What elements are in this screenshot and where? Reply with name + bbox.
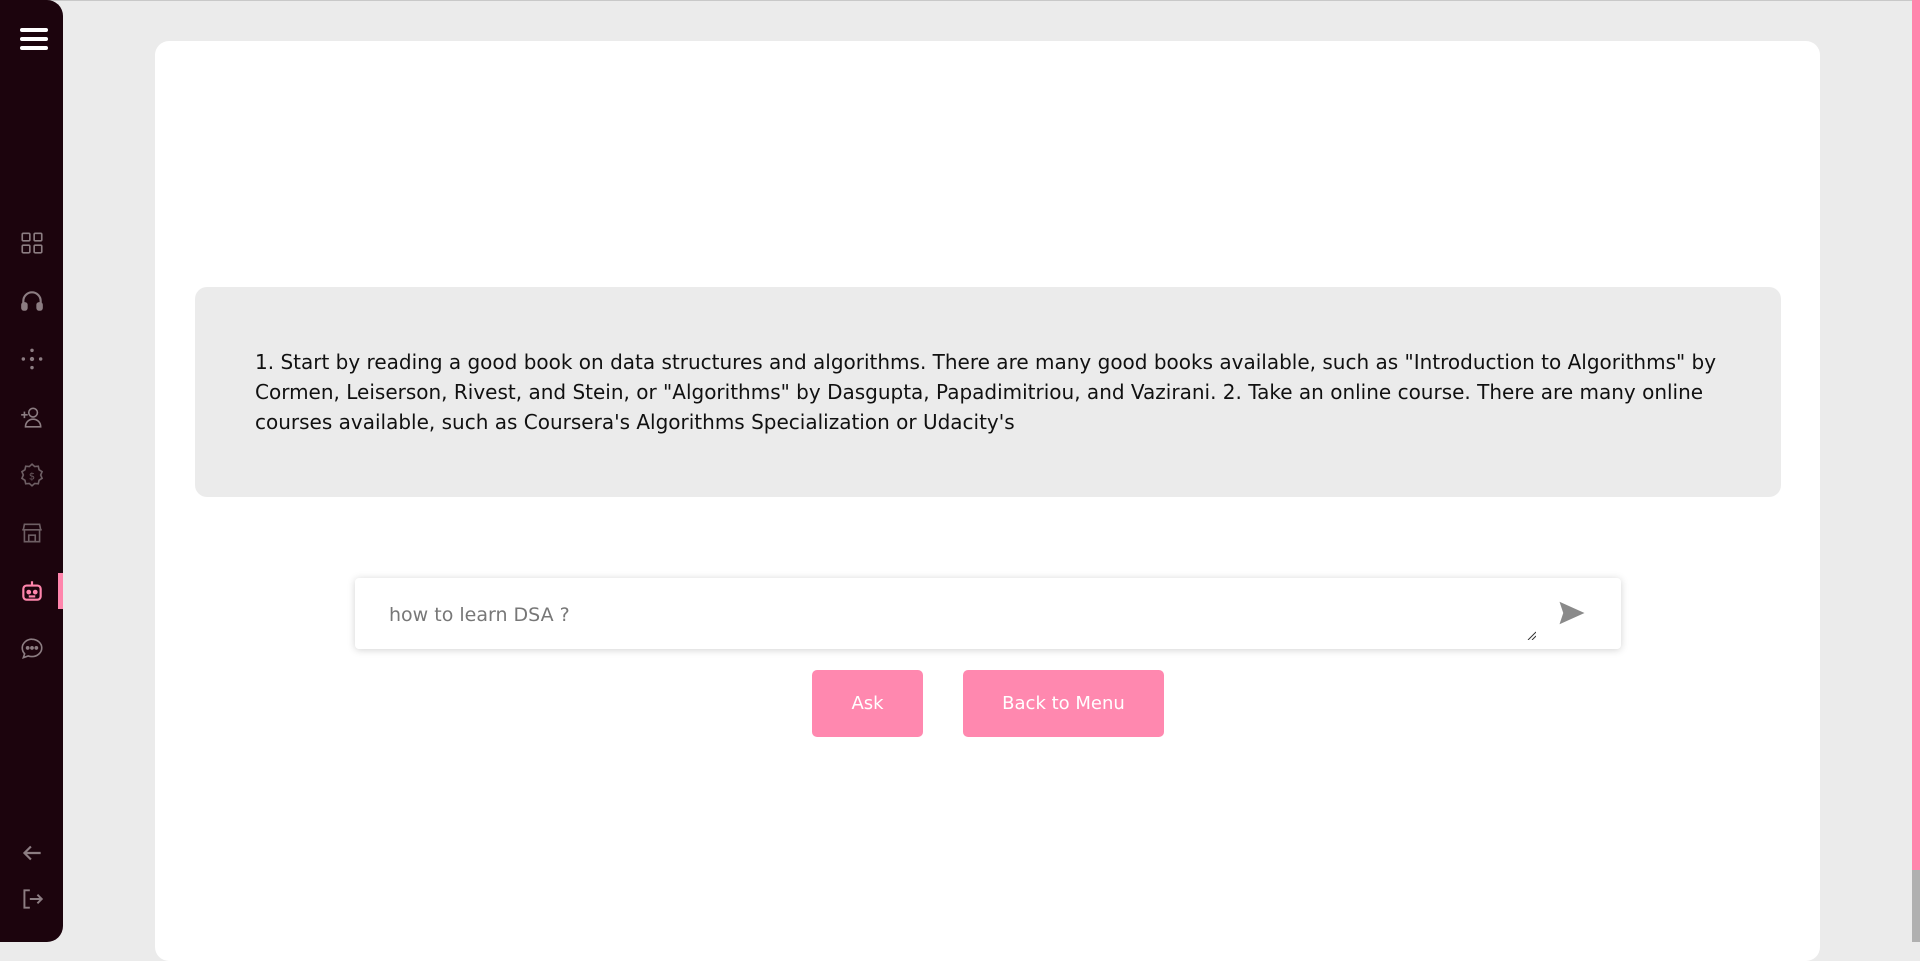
logout-nav-item[interactable]: [0, 879, 63, 919]
sidebar-item-add-user[interactable]: [0, 397, 63, 437]
answer-text: 1. Start by reading a good book on data …: [255, 350, 1717, 434]
settings-dollar-icon: $: [20, 463, 43, 487]
hamburger-menu-icon[interactable]: [20, 28, 48, 54]
sidebar: $: [0, 0, 63, 942]
store-icon: [21, 523, 42, 543]
sidebar-item-dashboard[interactable]: [0, 223, 63, 263]
sidebar-item-chatbot[interactable]: [0, 571, 63, 611]
svg-text:$: $: [28, 471, 34, 482]
question-input[interactable]: [387, 592, 1571, 638]
top-border: [0, 0, 1920, 1]
sidebar-item-store[interactable]: [0, 513, 63, 553]
sidebar-item-billing[interactable]: $: [0, 455, 63, 495]
dots-cross-icon: [21, 348, 42, 370]
logout-icon: [22, 889, 43, 909]
sidebar-item-support[interactable]: [0, 281, 63, 321]
answer-box: 1. Start by reading a good book on data …: [195, 287, 1781, 497]
sidebar-item-messages[interactable]: [0, 629, 63, 669]
back-to-menu-button[interactable]: Back to Menu: [963, 670, 1164, 737]
dashboard-grid-icon: [20, 232, 43, 254]
arrow-left-icon: [22, 845, 41, 861]
send-icon[interactable]: [1557, 598, 1587, 628]
scrollbar-track[interactable]: [1912, 0, 1920, 942]
chat-bubble-icon: [20, 638, 43, 660]
sidebar-item-network[interactable]: [0, 339, 63, 379]
headphones-icon: [20, 291, 43, 311]
main-panel: [155, 41, 1820, 961]
scrollbar-thumb[interactable]: [1912, 870, 1920, 942]
resize-grip-icon[interactable]: [1526, 630, 1536, 640]
question-input-container: [355, 578, 1621, 649]
back-nav-item[interactable]: [0, 833, 63, 873]
robot-icon: [21, 581, 42, 601]
add-user-icon: [20, 407, 41, 428]
ask-button[interactable]: Ask: [812, 670, 923, 737]
